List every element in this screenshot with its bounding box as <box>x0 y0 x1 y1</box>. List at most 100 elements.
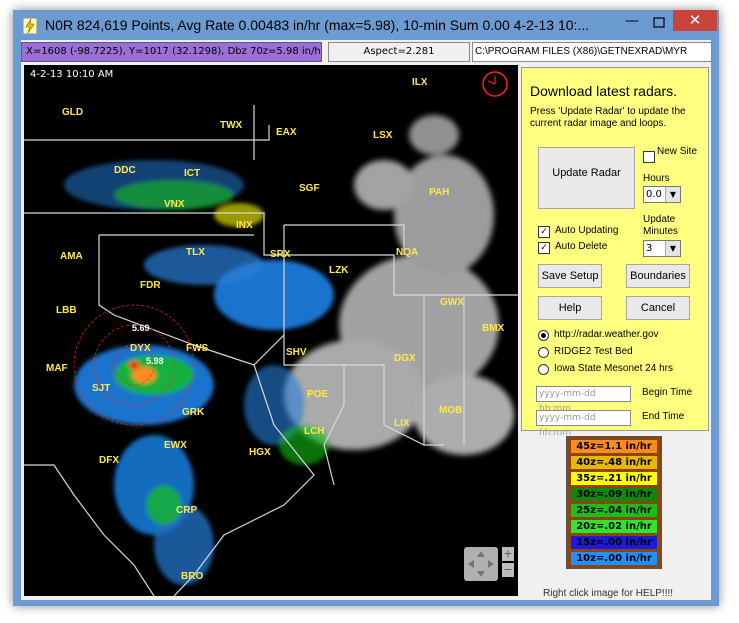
legend-row: 30z=.09 in/hr <box>571 488 657 501</box>
help-button[interactable]: Help <box>538 296 602 320</box>
end-time-label: End Time <box>642 411 685 422</box>
hours-value: 0.0 <box>646 189 662 200</box>
station-maf[interactable]: MAF <box>46 363 68 374</box>
lightning-icon <box>23 18 37 34</box>
minutes-value: 3 <box>646 243 653 254</box>
aspect-readout: Aspect=2.281 <box>328 42 470 62</box>
source-radio-iowa[interactable] <box>538 364 549 375</box>
station-mob[interactable]: MOB <box>439 405 462 416</box>
boundaries-button[interactable]: Boundaries <box>626 264 690 288</box>
auto-updating-label: Auto Updating <box>555 225 619 236</box>
hours-select[interactable]: 0.0 ▼ <box>643 186 681 203</box>
hours-label: Hours <box>643 173 670 184</box>
station-srx[interactable]: SRX <box>270 249 291 260</box>
window-title: N0R 824,619 Points, Avg Rate 0.00483 in/… <box>45 17 590 33</box>
client-area: X=1608 (-98.7225), Y=1017 (32.1298), Dbz… <box>21 40 712 600</box>
source-radio-nws[interactable] <box>538 330 549 341</box>
legend-row: 40z=.48 in/hr <box>571 456 657 469</box>
station-fws[interactable]: FWS <box>186 343 208 354</box>
zoom-in-button[interactable]: + <box>502 547 514 561</box>
station-shv[interactable]: SHV <box>286 347 307 358</box>
max-value-label: 5.98 <box>146 356 164 366</box>
clock-icon <box>482 71 508 97</box>
new-site-checkbox[interactable] <box>643 151 655 163</box>
station-poe[interactable]: POE <box>307 389 328 400</box>
max-value-label: 5.69 <box>132 323 150 333</box>
station-gwx[interactable]: GWX <box>440 297 464 308</box>
panel-description: Press 'Update Radar' to update the curre… <box>530 106 686 129</box>
minutes-select[interactable]: 3 ▼ <box>643 240 681 257</box>
station-lix[interactable]: LIX <box>394 418 410 429</box>
legend-row: 20z=.02 in/hr <box>571 520 657 533</box>
update-minutes-label: Update Minutes <box>643 214 679 237</box>
map-timestamp: 4-2-13 10:10 AM <box>30 69 114 80</box>
station-eax[interactable]: EAX <box>276 127 297 138</box>
download-panel: Download latest radars. Press 'Update Ra… <box>521 67 709 438</box>
end-time-input[interactable]: yyyy-mm-dd hh:mm <box>536 410 631 438</box>
chevron-down-icon: ▼ <box>665 241 680 256</box>
station-lzk[interactable]: LZK <box>329 265 348 276</box>
legend-row: 35z=.21 in/hr <box>571 472 657 485</box>
save-setup-button[interactable]: Save Setup <box>538 264 602 288</box>
station-ddc[interactable]: DDC <box>114 165 136 176</box>
radar-imagery <box>24 71 518 596</box>
legend-row: 45z=1.1 in/hr <box>571 440 657 453</box>
station-sgf[interactable]: SGF <box>299 183 320 194</box>
station-ict[interactable]: ICT <box>184 168 200 179</box>
auto-delete-label: Auto Delete <box>555 241 608 252</box>
station-grk[interactable]: GRK <box>182 407 204 418</box>
auto-updating-checkbox[interactable]: ✓ <box>538 226 550 238</box>
station-nqa[interactable]: NQA <box>396 247 418 258</box>
help-hint: Right click image for HELP!!!! <box>543 588 674 599</box>
pan-control[interactable] <box>464 547 498 581</box>
zoom-out-button[interactable]: − <box>502 563 514 577</box>
panel-title: Download latest radars. <box>530 83 678 99</box>
station-hgx[interactable]: HGX <box>249 447 271 458</box>
title-bar[interactable]: N0R 824,619 Points, Avg Rate 0.00483 in/… <box>13 10 719 42</box>
station-bro[interactable]: BRO <box>181 571 203 582</box>
chevron-down-icon: ▼ <box>665 187 680 202</box>
source-label-ridge2: RIDGE2 Test Bed <box>554 346 633 357</box>
station-dgx[interactable]: DGX <box>394 353 416 364</box>
station-bmx[interactable]: BMX <box>482 323 504 334</box>
station-inx[interactable]: INX <box>236 220 253 231</box>
pan-arrows-icon <box>468 551 494 577</box>
coords-readout: X=1608 (-98.7225), Y=1017 (32.1298), Dbz… <box>21 42 322 62</box>
legend-row: 25z=.04 in/hr <box>571 504 657 517</box>
maximize-icon <box>653 17 665 28</box>
update-radar-button[interactable]: Update Radar <box>538 147 635 209</box>
begin-time-input[interactable]: yyyy-mm-dd hh:mm <box>536 386 631 414</box>
precip-legend: 45z=1.1 in/hr 40z=.48 in/hr 35z=.21 in/h… <box>566 436 662 569</box>
legend-row: 15z=.00 in/hr <box>571 536 657 549</box>
cancel-button[interactable]: Cancel <box>626 296 690 320</box>
station-fdr[interactable]: FDR <box>140 280 161 291</box>
station-tlx[interactable]: TLX <box>186 247 205 258</box>
app-window: N0R 824,619 Points, Avg Rate 0.00483 in/… <box>13 10 719 606</box>
station-twx[interactable]: TWX <box>220 120 242 131</box>
path-readout: C:\PROGRAM FILES (X86)\GETNEXRAD\MYR <box>472 42 712 62</box>
station-ama[interactable]: AMA <box>60 251 83 262</box>
source-radio-ridge2[interactable] <box>538 347 549 358</box>
source-label-nws: http://radar.weather.gov <box>554 329 659 340</box>
station-ilx[interactable]: ILX <box>412 77 428 88</box>
minimize-button[interactable]: — <box>619 13 645 31</box>
auto-delete-checkbox[interactable]: ✓ <box>538 242 550 254</box>
begin-time-label: Begin Time <box>642 387 693 398</box>
radar-map[interactable]: 4-2-13 10:10 AM ILX GLD TWX EAX LSX DDC … <box>24 65 518 596</box>
legend-row: 10z=.00 in/hr <box>571 552 657 565</box>
close-button[interactable]: ✕ <box>673 10 717 31</box>
station-vnx[interactable]: VNX <box>164 199 185 210</box>
station-lbb[interactable]: LBB <box>56 305 77 316</box>
station-pah[interactable]: PAH <box>429 187 449 198</box>
station-dfx[interactable]: DFX <box>99 455 119 466</box>
station-ewx[interactable]: EWX <box>164 440 187 451</box>
source-label-iowa: Iowa State Mesonet 24 hrs <box>554 363 673 374</box>
station-gld[interactable]: GLD <box>62 107 83 118</box>
maximize-button[interactable] <box>646 13 672 31</box>
station-crp[interactable]: CRP <box>176 505 197 516</box>
station-lsx[interactable]: LSX <box>373 130 392 141</box>
station-dyx[interactable]: DYX <box>130 343 151 354</box>
station-lch[interactable]: LCH <box>304 426 325 437</box>
new-site-label: New Site <box>657 146 698 157</box>
station-sjt[interactable]: SJT <box>92 383 110 394</box>
